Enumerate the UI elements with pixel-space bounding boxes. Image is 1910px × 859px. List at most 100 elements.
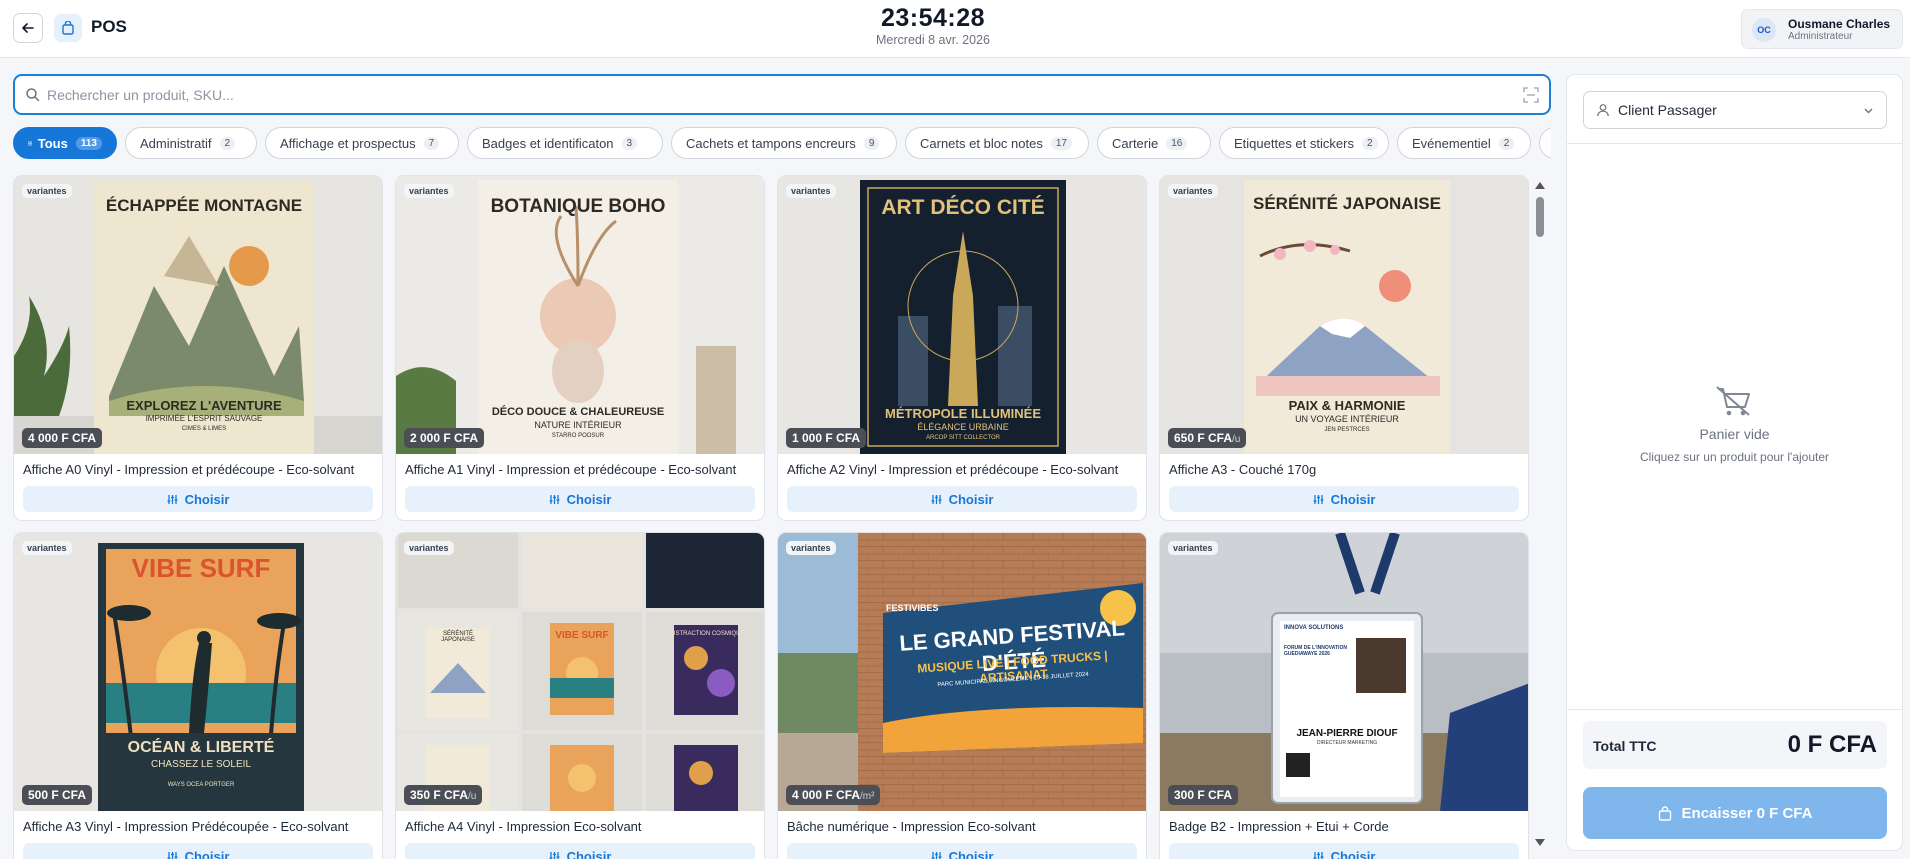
poster-line3: CIMES & LIMES — [181, 426, 227, 432]
price-value: 350 F CFA — [410, 788, 469, 802]
user-role: Administrateur — [1788, 31, 1853, 42]
category-label: Cachets et tampons encreurs — [686, 135, 856, 151]
sliders-icon — [1313, 851, 1324, 859]
variants-badge: variantes — [1168, 541, 1218, 555]
category-count: 2 — [1498, 136, 1515, 150]
choose-button[interactable]: Choisir — [23, 486, 373, 512]
search-bar — [13, 74, 1551, 115]
category-label: Etiquettes et stickers — [1234, 135, 1354, 151]
client-select[interactable]: Client Passager — [1583, 91, 1887, 129]
product-image: VIBE SURF OCÉAN & LIBERTÉ CHASSEZ LE SOL… — [14, 533, 382, 811]
price-value: 650 F CFA — [1174, 431, 1233, 445]
price-tag: 1 000 F CFA — [786, 428, 867, 448]
category-chip-im[interactable]: IM — [1539, 127, 1551, 159]
poster-line3: JEN PESTRCES — [1324, 427, 1370, 433]
user-menu[interactable]: OC Ousmane Charles Administrateur — [1741, 9, 1903, 49]
poster-line3: FORUM DE L'INNOVATION GUEDIAWAYE 2026 — [1284, 645, 1347, 657]
poster-title: VIBE SURF — [555, 630, 609, 641]
poster-line2: INNOVA SOLUTIONS — [1284, 625, 1344, 631]
scroll-down-icon[interactable] — [1532, 837, 1548, 849]
product-name: Affiche A2 Vinyl - Impression et prédéco… — [787, 462, 1119, 477]
client-select-value: Client Passager — [1618, 102, 1717, 118]
poster-line1: EXPLOREZ L'AVENTURE — [126, 398, 282, 413]
variants-badge: variantes — [1168, 184, 1218, 198]
barcode-scan-icon[interactable] — [1523, 87, 1539, 103]
scrollbar-thumb[interactable] — [1536, 197, 1544, 237]
total-label: Total TTC — [1593, 738, 1657, 754]
product-image: LE GRAND FESTIVAL D'ÉTÉ MUSIQUE LIVE | F… — [778, 533, 1146, 811]
chevron-down-icon — [1864, 108, 1873, 114]
poster-line1: OCÉAN & LIBERTÉ — [127, 739, 275, 756]
product-image: ART DÉCO CITÉ MÉTROPOLE ILLUMINÉE ÉLÉGAN… — [778, 176, 1146, 454]
divider — [1567, 143, 1902, 144]
product-card[interactable]: ART DÉCO CITÉ MÉTROPOLE ILLUMINÉE ÉLÉGAN… — [777, 175, 1147, 521]
product-grid-scrollbar[interactable] — [1532, 175, 1548, 859]
product-image: ÉCHAPPÉE MONTAGNE EXPLOREZ L'AVENTURE IM… — [14, 176, 382, 454]
choose-button[interactable]: Choisir — [1169, 843, 1519, 859]
product-grid: ÉCHAPPÉE MONTAGNE EXPLOREZ L'AVENTURE IM… — [13, 175, 1533, 859]
product-card[interactable]: BOTANIQUE BOHO DÉCO DOUCE & CHALEUREUSE … — [395, 175, 765, 521]
product-card[interactable]: VIBE SURF OCÉAN & LIBERTÉ CHASSEZ LE SOL… — [13, 532, 383, 859]
category-chip-affichage[interactable]: Affichage et prospectus 7 — [265, 127, 459, 159]
sliders-icon — [931, 851, 942, 859]
category-label: Badges et identificaton — [482, 135, 614, 151]
choose-button[interactable]: Choisir — [787, 486, 1137, 512]
variants-badge: variantes — [786, 184, 836, 198]
category-chip-etiquettes[interactable]: Etiquettes et stickers 2 — [1219, 127, 1389, 159]
search-icon — [26, 88, 40, 102]
category-chip-badges[interactable]: Badges et identificaton 3 — [467, 127, 663, 159]
product-card[interactable]: JEAN-PIERRE DIOUF DIRECTEUR MARKETING IN… — [1159, 532, 1529, 859]
user-name: Ousmane Charles — [1788, 17, 1891, 31]
choose-button[interactable]: Choisir — [405, 843, 755, 859]
sliders-icon — [549, 494, 560, 504]
category-chip-administratif[interactable]: Administratif 2 — [125, 127, 257, 159]
poster-line2: IMPRIMÉE L'ESPRIT SAUVAGE — [145, 414, 263, 423]
product-name: Bâche numérique - Impression Eco-solvant — [787, 819, 1036, 834]
poster-line2: UN VOYAGE INTÉRIEUR — [1295, 414, 1399, 424]
empty-cart-title: Panier vide — [1699, 426, 1770, 442]
choose-button[interactable]: Choisir — [787, 843, 1137, 859]
category-chip-carnets[interactable]: Carnets et bloc notes 17 — [905, 127, 1089, 159]
choose-label: Choisir — [566, 848, 612, 859]
category-count: 3 — [621, 136, 638, 150]
clock-time: 23:54:28 — [880, 4, 986, 32]
choose-label: Choisir — [948, 848, 994, 859]
product-card[interactable]: ÉCHAPPÉE MONTAGNE EXPLOREZ L'AVENTURE IM… — [13, 175, 383, 521]
category-count: 7 — [423, 136, 440, 150]
choose-label: Choisir — [184, 491, 230, 507]
price-tag: 4 000 F CFA/m² — [786, 785, 881, 805]
price-value: 4 000 F CFA — [28, 431, 97, 445]
poster-line2: ABSTRACTION COSMIQUE — [667, 631, 745, 637]
product-name: Affiche A0 Vinyl - Impression et prédéco… — [23, 462, 355, 477]
category-label: Carnets et bloc notes — [920, 135, 1043, 151]
clock-date: Mercredi 8 avr. 2026 — [876, 33, 990, 47]
poster-line1: DÉCO DOUCE & CHALEUREUSE — [491, 406, 665, 418]
choose-button[interactable]: Choisir — [1169, 486, 1519, 512]
poster-title: ÉCHAPPÉE MONTAGNE — [105, 196, 303, 215]
poster-line3: WAYS OCEA PORTGER — [167, 782, 235, 788]
scroll-up-icon[interactable] — [1532, 179, 1548, 191]
poster-line3: STARRO POOSUR — [551, 433, 605, 439]
poster-line2: FESTIVIBES — [886, 603, 939, 613]
sliders-icon — [1313, 494, 1324, 504]
category-chip-carterie[interactable]: Carterie 16 — [1097, 127, 1211, 159]
search-input[interactable] — [47, 84, 1497, 106]
product-card[interactable]: SÉRÉNITÉ JAPONAISE PAIX & HARMONIE UN VO… — [1159, 175, 1529, 521]
checkout-button[interactable]: Encaisser 0 F CFA — [1583, 787, 1887, 839]
choose-button[interactable]: Choisir — [23, 843, 373, 859]
sliders-icon — [931, 494, 942, 504]
category-chip-cachets[interactable]: Cachets et tampons encreurs 9 — [671, 127, 897, 159]
category-chip-tous[interactable]: Tous 113 — [13, 127, 117, 159]
poster-title: SÉRÉNITÉ JAPONAISE — [1253, 194, 1441, 213]
choose-button[interactable]: Choisir — [405, 486, 755, 512]
avatar: OC — [1752, 18, 1776, 42]
checkout-label: Encaisser 0 F CFA — [1681, 804, 1813, 822]
total-box: Total TTC 0 F CFA — [1583, 721, 1887, 769]
price-unit: /u — [1232, 434, 1241, 445]
product-card[interactable]: LE GRAND FESTIVAL D'ÉTÉ MUSIQUE LIVE | F… — [777, 532, 1147, 859]
product-image: BOTANIQUE BOHO DÉCO DOUCE & CHALEUREUSE … — [396, 176, 764, 454]
poster-line1: PAIX & HARMONIE — [1288, 398, 1406, 413]
category-chip-evenementiel[interactable]: Evénementiel 2 — [1397, 127, 1531, 159]
product-card[interactable]: VIBE SURF SÉRÉNITÉ JAPONAISE ABSTRACTION… — [395, 532, 765, 859]
price-unit: /m² — [860, 791, 875, 802]
